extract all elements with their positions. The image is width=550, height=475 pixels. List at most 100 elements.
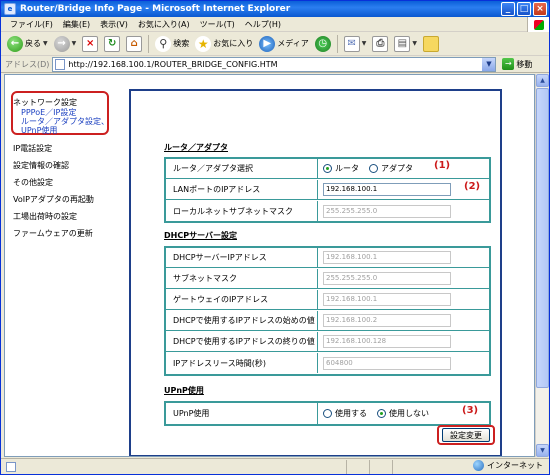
radio-upnp-nouse-dot[interactable] <box>377 409 386 418</box>
radio-upnp-nouse[interactable]: 使用しない <box>377 408 429 419</box>
dhcp-subnet-value: 255.255.255.0 <box>318 269 489 288</box>
title-bar[interactable]: e Router/Bridge Info Page - Microsoft In… <box>1 1 549 17</box>
edit-icon: ▤ <box>394 35 411 52</box>
gateway-value: 192.168.100.1 <box>318 290 489 309</box>
nav-ip-phone[interactable]: IP電話設定 <box>13 143 52 154</box>
scroll-thumb[interactable] <box>536 88 549 388</box>
radio-upnp-use-dot[interactable] <box>323 409 332 418</box>
page-content: ネットワーク設定 PPPoE／IP設定 ルータ／アダプタ設定、 UPnP使用 I… <box>4 74 535 457</box>
history-button[interactable]: ◷ <box>313 34 333 54</box>
left-navigation: ネットワーク設定 PPPoE／IP設定 ルータ／アダプタ設定、 UPnP使用 I… <box>5 75 123 456</box>
status-bar: インターネット <box>1 458 549 474</box>
radio-upnp-use[interactable]: 使用する <box>323 408 367 419</box>
dhcp-subnet-label: サブネットマスク <box>166 269 318 288</box>
upnp-table: UPnP使用 使用する 使用しない <box>164 401 491 426</box>
address-input[interactable]: http://192.168.100.1/ROUTER_BRIDGE_CONFI… <box>52 56 497 72</box>
address-bar: アドレス(D) http://192.168.100.1/ROUTER_BRID… <box>1 56 549 73</box>
radio-router[interactable]: ルータ <box>323 163 359 174</box>
radio-router-dot[interactable] <box>323 164 332 173</box>
menu-file[interactable]: ファイル(F) <box>5 19 58 30</box>
media-button[interactable]: ▶ メディア <box>257 34 310 54</box>
close-button[interactable]: × <box>533 2 547 16</box>
radio-adapter[interactable]: アダプタ <box>369 163 413 174</box>
scroll-down-icon[interactable]: ▼ <box>536 444 549 457</box>
back-dropdown-icon[interactable]: ▼ <box>43 40 48 47</box>
back-label: 戻る <box>25 39 41 48</box>
refresh-icon: ↻ <box>104 35 121 52</box>
status-divider <box>346 459 347 474</box>
forward-button[interactable]: → ▼ <box>52 34 79 54</box>
browser-window: e Router/Bridge Info Page - Microsoft In… <box>0 0 550 475</box>
section-title-router: ルータ／アダプタ <box>164 143 228 152</box>
go-arrow-icon: → <box>502 58 515 70</box>
mail-dropdown-icon[interactable]: ▼ <box>362 40 367 47</box>
window-controls: _ □ × <box>501 2 547 16</box>
annotation-3: (3) <box>462 405 479 416</box>
lan-ip-input[interactable]: 192.168.100.1 <box>323 183 451 196</box>
folder-icon <box>422 35 439 52</box>
nav-sub-upnp[interactable]: UPnP使用 <box>21 125 57 136</box>
nav-other-settings[interactable]: その他設定 <box>13 177 53 188</box>
vertical-scrollbar[interactable]: ▲ ▼ <box>535 74 549 457</box>
table-row: UPnP使用 使用する 使用しない <box>166 403 489 424</box>
home-icon: ⌂ <box>126 35 143 52</box>
refresh-button[interactable]: ↻ <box>102 34 122 54</box>
radio-adapter-dot[interactable] <box>369 164 378 173</box>
media-icon: ▶ <box>259 35 276 52</box>
forward-dropdown-icon[interactable]: ▼ <box>72 40 77 47</box>
stop-button[interactable]: × <box>80 34 100 54</box>
radio-router-label: ルータ <box>335 164 359 173</box>
dhcp-start-value: 192.168.100.2 <box>318 311 489 330</box>
menu-tools[interactable]: ツール(T) <box>195 19 240 30</box>
nav-config-check[interactable]: 設定情報の確認 <box>13 160 69 171</box>
section-title-dhcp: DHCPサーバー設定 <box>164 231 237 240</box>
edit-dropdown-icon[interactable]: ▼ <box>412 40 417 47</box>
menu-edit[interactable]: 編集(E) <box>58 19 95 30</box>
dhcp-start-label: DHCPで使用するIPアドレスの始めの値 <box>166 311 318 330</box>
mode-value: ルータ アダプタ <box>318 159 489 178</box>
menu-view[interactable]: 表示(V) <box>95 19 133 30</box>
dhcp-end-input: 192.168.100.128 <box>323 335 451 348</box>
forward-arrow-icon: → <box>53 35 70 52</box>
address-url: http://192.168.100.1/ROUTER_BRIDGE_CONFI… <box>68 59 278 69</box>
favorites-button[interactable]: ★ お気に入り <box>193 34 255 54</box>
gateway-input: 192.168.100.1 <box>323 293 451 306</box>
mode-label: ルータ／アダプタ選択 <box>166 159 318 178</box>
folder-button[interactable] <box>421 34 441 54</box>
home-button[interactable]: ⌂ <box>124 34 144 54</box>
table-row: DHCPサーバーIPアドレス 192.168.100.1 <box>166 248 489 268</box>
mail-button[interactable]: ✉ ▼ <box>342 34 369 54</box>
back-button[interactable]: ← 戻る ▼ <box>5 34 50 54</box>
annotation-1: (1) <box>434 160 451 171</box>
table-row: ローカルネットサブネットマスク 255.255.255.0 <box>166 201 489 221</box>
nav-firmware-update[interactable]: ファームウェアの更新 <box>13 228 93 239</box>
edit-button[interactable]: ▤ ▼ <box>392 34 419 54</box>
search-icon: ⚲ <box>155 35 172 52</box>
menu-favorites[interactable]: お気に入り(A) <box>133 19 195 30</box>
dhcp-start-input: 192.168.100.2 <box>323 314 451 327</box>
page-icon <box>55 58 66 70</box>
scroll-up-icon[interactable]: ▲ <box>536 74 549 87</box>
nav-voip-restart[interactable]: VoIPアダプタの再起動 <box>13 194 94 205</box>
window-title: Router/Bridge Info Page - Microsoft Inte… <box>20 4 291 14</box>
toolbar-separator <box>148 34 150 53</box>
address-label: アドレス(D) <box>5 59 50 69</box>
lease-time-value: 604800 <box>318 353 489 373</box>
maximize-button[interactable]: □ <box>517 2 531 16</box>
address-dropdown-icon[interactable]: ▼ <box>482 57 496 71</box>
dhcp-ip-input: 192.168.100.1 <box>323 251 451 264</box>
search-button[interactable]: ⚲ 検索 <box>153 34 191 54</box>
print-button[interactable]: ⎙ <box>370 34 390 54</box>
history-icon: ◷ <box>314 35 331 52</box>
nav-factory-reset[interactable]: 工場出荷時の設定 <box>13 211 77 222</box>
table-row: IPアドレスリース時間(秒) 604800 <box>166 353 489 373</box>
dhcp-end-label: DHCPで使用するIPアドレスの終りの値 <box>166 332 318 351</box>
menu-help[interactable]: ヘルプ(H) <box>240 19 286 30</box>
minimize-button[interactable]: _ <box>501 2 515 16</box>
apply-settings-button[interactable]: 設定変更 <box>442 428 490 442</box>
go-button[interactable]: → 移動 <box>502 58 532 70</box>
settings-panel: ルータ／アダプタ ルータ／アダプタ選択 ルータ アダプタ LANポートのIPアド… <box>129 89 502 456</box>
stop-icon: × <box>82 35 99 52</box>
dhcp-table: DHCPサーバーIPアドレス 192.168.100.1 サブネットマスク 25… <box>164 246 491 376</box>
dhcp-ip-label: DHCPサーバーIPアドレス <box>166 248 318 267</box>
